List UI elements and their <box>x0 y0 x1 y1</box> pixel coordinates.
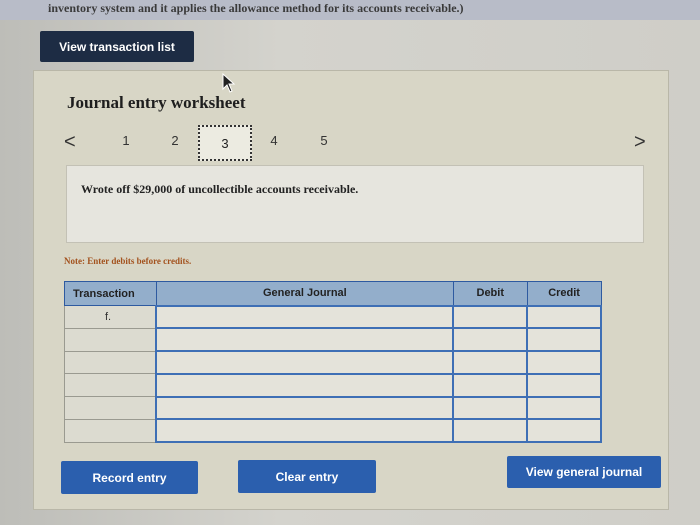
debit-input[interactable] <box>452 372 529 398</box>
debit-input[interactable] <box>452 418 529 443</box>
next-page-chevron-icon[interactable]: > <box>634 131 646 154</box>
credit-input[interactable] <box>526 327 602 352</box>
table-row <box>64 372 602 398</box>
page-1-link[interactable]: 1 <box>116 133 136 148</box>
debit-input[interactable] <box>452 304 529 330</box>
col-debit-header: Debit <box>452 281 528 306</box>
credit-input[interactable] <box>526 372 602 398</box>
view-general-journal-button[interactable]: View general journal <box>507 456 661 488</box>
instruction-text-strip: inventory system and it applies the allo… <box>0 0 700 20</box>
transaction-description: Wrote off $29,000 of uncollectible accou… <box>66 165 644 243</box>
worksheet-title: Journal entry worksheet <box>67 93 246 112</box>
credit-input[interactable] <box>526 418 602 443</box>
journal-entry-table: Transaction General Journal Debit Credit… <box>64 281 602 443</box>
record-entry-button[interactable]: Record entry <box>61 461 198 494</box>
note-text: Note: Enter debits before credits. <box>64 256 192 266</box>
prev-page-chevron-icon[interactable]: < <box>64 131 76 154</box>
page-5-link[interactable]: 5 <box>314 133 334 148</box>
table-row <box>64 418 602 443</box>
page-3-active[interactable]: 3 <box>198 125 252 161</box>
account-input[interactable] <box>155 327 455 352</box>
col-transaction-header: Transaction <box>64 281 157 306</box>
debit-input[interactable] <box>452 327 529 352</box>
account-input[interactable] <box>155 395 455 421</box>
transaction-cell: f. <box>64 305 157 329</box>
table-row <box>64 350 602 375</box>
account-input[interactable] <box>155 350 455 375</box>
transaction-cell <box>64 418 157 443</box>
col-general-journal-header: General Journal <box>155 281 454 306</box>
transaction-cell <box>64 396 157 420</box>
account-input[interactable] <box>155 304 455 330</box>
page-2-link[interactable]: 2 <box>165 133 185 148</box>
account-input[interactable] <box>155 418 455 443</box>
table-row <box>64 327 602 352</box>
table-header-row: Transaction General Journal Debit Credit <box>64 281 602 306</box>
table-row <box>64 395 602 421</box>
col-credit-header: Credit <box>526 281 602 306</box>
credit-input[interactable] <box>526 350 602 375</box>
transaction-cell <box>64 373 157 397</box>
clear-entry-button[interactable]: Clear entry <box>238 460 376 493</box>
debit-input[interactable] <box>452 350 529 375</box>
page-4-link[interactable]: 4 <box>264 133 284 148</box>
mouse-cursor-icon <box>222 73 236 93</box>
transaction-cell <box>64 350 157 375</box>
worksheet-pager: < 1 2 3 4 5 > <box>34 125 670 163</box>
journal-entry-worksheet-panel: Journal entry worksheet < 1 2 3 4 5 > Wr… <box>33 70 669 510</box>
table-row: f. <box>64 304 602 330</box>
transaction-cell <box>64 327 157 352</box>
view-transaction-list-button[interactable]: View transaction list <box>40 31 194 62</box>
account-input[interactable] <box>155 372 455 398</box>
debit-input[interactable] <box>452 395 529 421</box>
credit-input[interactable] <box>526 395 602 421</box>
credit-input[interactable] <box>526 304 602 330</box>
